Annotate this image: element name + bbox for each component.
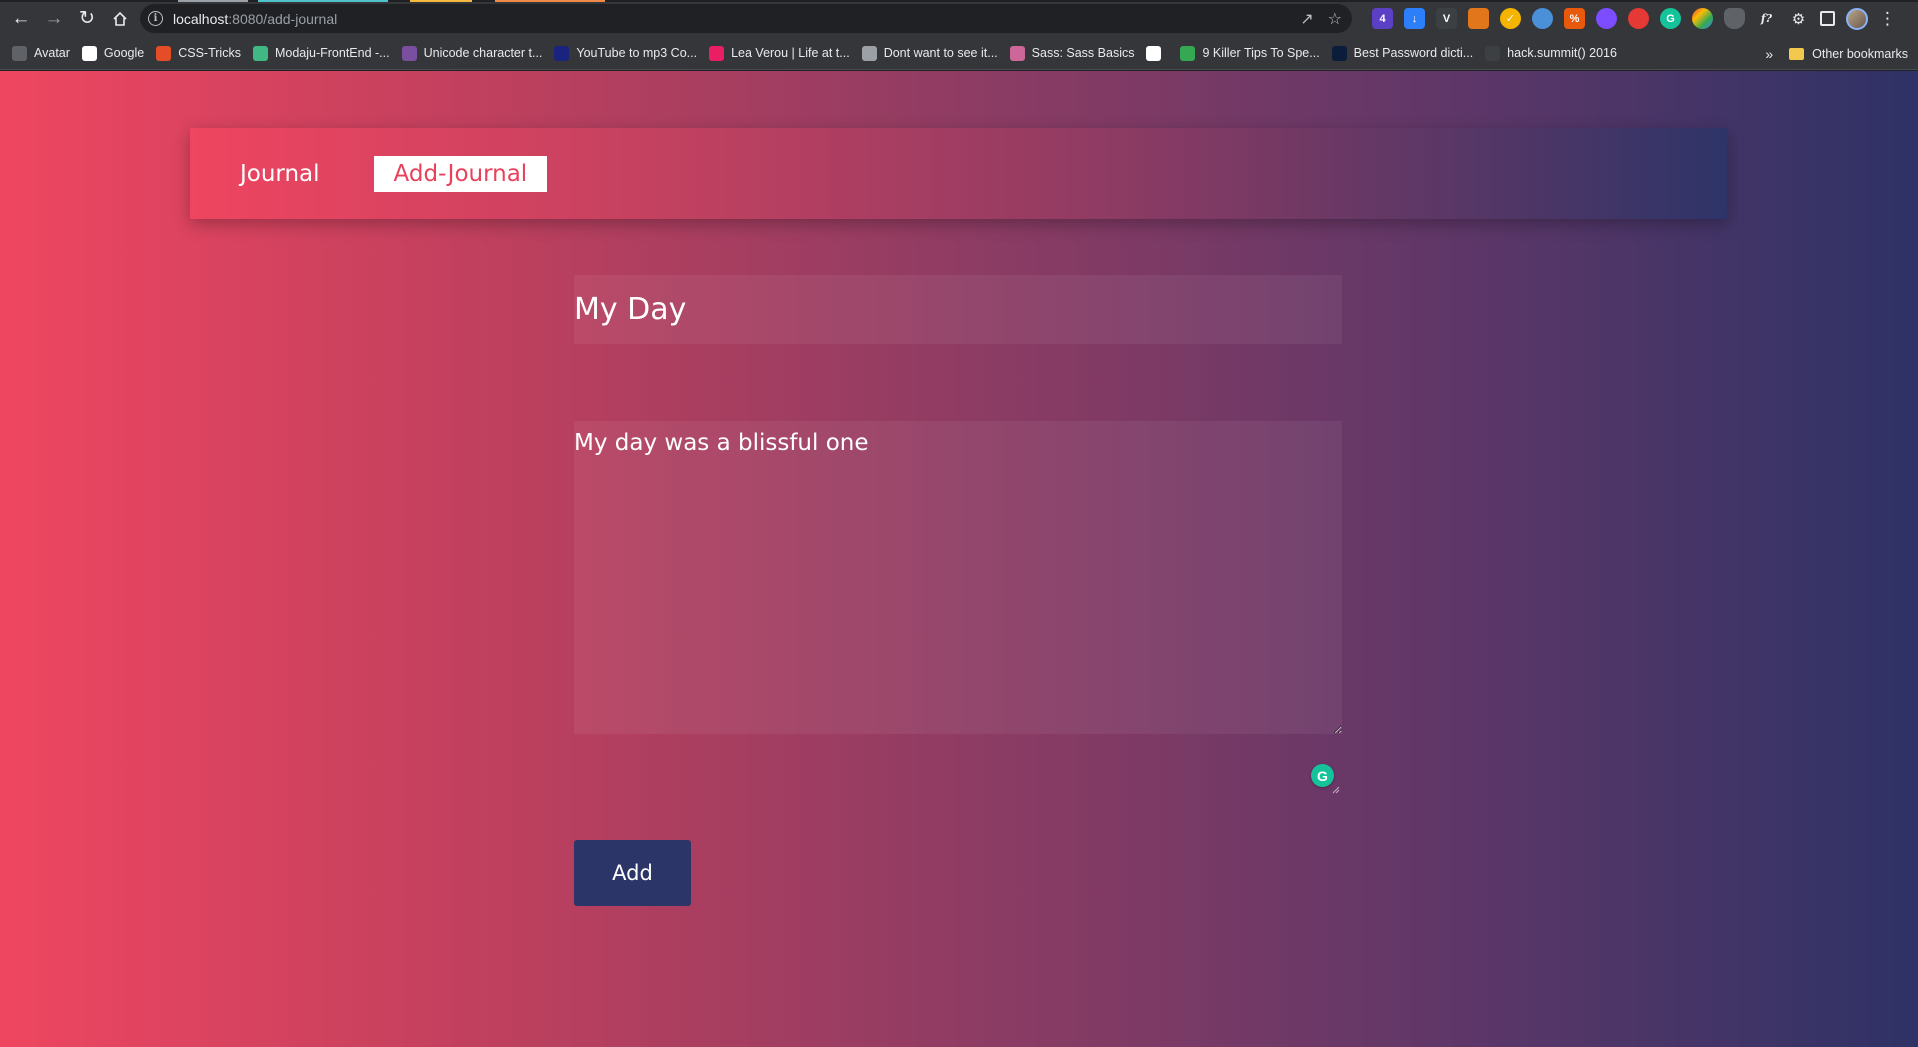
bookmark-item[interactable]: Avatar xyxy=(12,45,70,61)
shield-icon[interactable] xyxy=(1724,8,1745,29)
back-icon[interactable]: ← xyxy=(6,4,36,34)
bookmark-label: Dont want to see it... xyxy=(883,46,998,60)
bookmark-label: Lea Verou | Life at t... xyxy=(731,46,850,60)
url-path: :8080/add-journal xyxy=(228,10,338,27)
bookmark-item[interactable]: Unicode character t... xyxy=(401,45,543,61)
hack-summit-icon xyxy=(1485,45,1501,61)
resize-handle-icon[interactable] xyxy=(1330,784,1340,794)
bookmark-star-icon[interactable]: ☆ xyxy=(1328,9,1342,29)
percent-extension-icon[interactable]: % xyxy=(1564,8,1585,29)
bookmark-item[interactable]: YouTube to mp3 Co... xyxy=(554,45,698,61)
other-bookmarks[interactable]: Other bookmarks xyxy=(1812,47,1908,61)
bookmark-label: YouTube to mp3 Co... xyxy=(576,46,698,60)
unicode-table-icon xyxy=(401,45,417,61)
extensions-bar: 4 ↓ V ✓ % G f? ⚙ ⋮ xyxy=(1372,0,1896,37)
browser-toolbar: ← → ↻ i localhost:8080/add-journal ↗ ☆ 4… xyxy=(0,0,1918,37)
youtube-mp3-icon xyxy=(554,45,570,61)
record-extension-icon[interactable] xyxy=(1628,8,1649,29)
grammarly-extension-icon[interactable]: G xyxy=(1660,8,1681,29)
bookmark-item[interactable]: hack.summit() 2016 xyxy=(1485,45,1617,61)
lens-extension-icon[interactable] xyxy=(1532,8,1553,29)
google-icon xyxy=(81,45,97,61)
url-text: localhost:8080/add-journal xyxy=(173,11,337,27)
tips-icon xyxy=(1180,45,1196,61)
github-icon xyxy=(12,45,27,61)
bookmark-item[interactable]: Best Password dicti... xyxy=(1331,45,1474,61)
bookmark-label: Modaju-FrontEnd -... xyxy=(274,46,390,60)
bookmarks-bar: Avatar Google CSS-Tricks Modaju-FrontEnd -.… xyxy=(0,37,1918,70)
share-icon[interactable]: ↗ xyxy=(1300,9,1313,29)
bookmark-label: CSS-Tricks xyxy=(178,46,241,60)
chat-extension-icon[interactable] xyxy=(1596,8,1617,29)
vue-devtools-icon[interactable]: V xyxy=(1436,8,1457,29)
bookmark-label: 9 Killer Tips To Spe... xyxy=(1202,46,1320,60)
blank-page-icon xyxy=(1146,45,1162,61)
add-button[interactable]: Add xyxy=(574,840,691,906)
bookmark-item[interactable]: 9 Killer Tips To Spe... xyxy=(1180,45,1320,61)
forward-icon[interactable]: → xyxy=(39,4,69,34)
browser-menu-icon[interactable]: ⋮ xyxy=(1879,9,1896,29)
add-journal-form: My day was a blissful one G Add xyxy=(574,275,1342,906)
journal-body-textarea[interactable]: My day was a blissful one xyxy=(574,421,1342,734)
bookmark-item[interactable]: Sass: Sass Basics xyxy=(1009,45,1135,61)
password-dictionary-icon xyxy=(1331,45,1347,61)
bookmark-label: Sass: Sass Basics xyxy=(1031,46,1135,60)
bookmark-label: Unicode character t... xyxy=(423,46,543,60)
home-icon[interactable] xyxy=(105,4,135,34)
bookmark-item[interactable]: CSS-Tricks xyxy=(156,45,241,61)
todo-check-icon[interactable]: ✓ xyxy=(1500,8,1521,29)
side-panel-icon[interactable] xyxy=(1820,11,1835,26)
navbar: Journal Add-Journal xyxy=(190,128,1727,219)
bookmark-label: hack.summit() 2016 xyxy=(1507,46,1617,60)
metamask-icon[interactable] xyxy=(1468,8,1489,29)
vue-icon xyxy=(252,45,268,61)
lea-verou-icon xyxy=(709,45,725,61)
bookmark-item[interactable]: Modaju-FrontEnd -... xyxy=(252,45,390,61)
incognito-icon xyxy=(861,45,877,61)
nav-link-add-journal[interactable]: Add-Journal xyxy=(373,155,548,192)
download-extension-icon[interactable]: ↓ xyxy=(1404,8,1425,29)
bookmark-label: Google xyxy=(103,46,145,60)
url-host: localhost xyxy=(173,10,229,27)
bookmark-item[interactable] xyxy=(1146,45,1168,61)
extension-badge-icon[interactable]: 4 xyxy=(1372,8,1393,29)
sass-icon xyxy=(1009,45,1025,61)
profile-avatar[interactable] xyxy=(1846,7,1868,30)
folder-icon xyxy=(1789,47,1805,60)
bookmark-item[interactable]: Lea Verou | Life at t... xyxy=(709,45,850,61)
bookmark-item[interactable]: Google xyxy=(81,45,145,61)
bookmark-label: Avatar xyxy=(34,46,70,60)
more-bookmarks-icon[interactable]: » xyxy=(1765,46,1773,62)
reload-icon[interactable]: ↻ xyxy=(72,4,102,34)
site-info-icon[interactable]: i xyxy=(148,11,163,26)
css-tricks-icon xyxy=(156,45,172,61)
color-picker-icon[interactable] xyxy=(1692,8,1713,29)
bookmark-label: Best Password dicti... xyxy=(1353,46,1474,60)
address-bar[interactable]: i localhost:8080/add-journal ↗ ☆ xyxy=(140,4,1352,33)
font-finder-icon[interactable]: f? xyxy=(1756,8,1777,29)
page-background: Journal Add-Journal My day was a blissfu… xyxy=(0,71,1918,1047)
journal-title-input[interactable] xyxy=(574,275,1342,344)
nav-link-journal[interactable]: Journal xyxy=(220,156,340,192)
puzzle-extensions-icon[interactable]: ⚙ xyxy=(1788,8,1809,29)
bookmark-item[interactable]: Dont want to see it... xyxy=(861,45,998,61)
